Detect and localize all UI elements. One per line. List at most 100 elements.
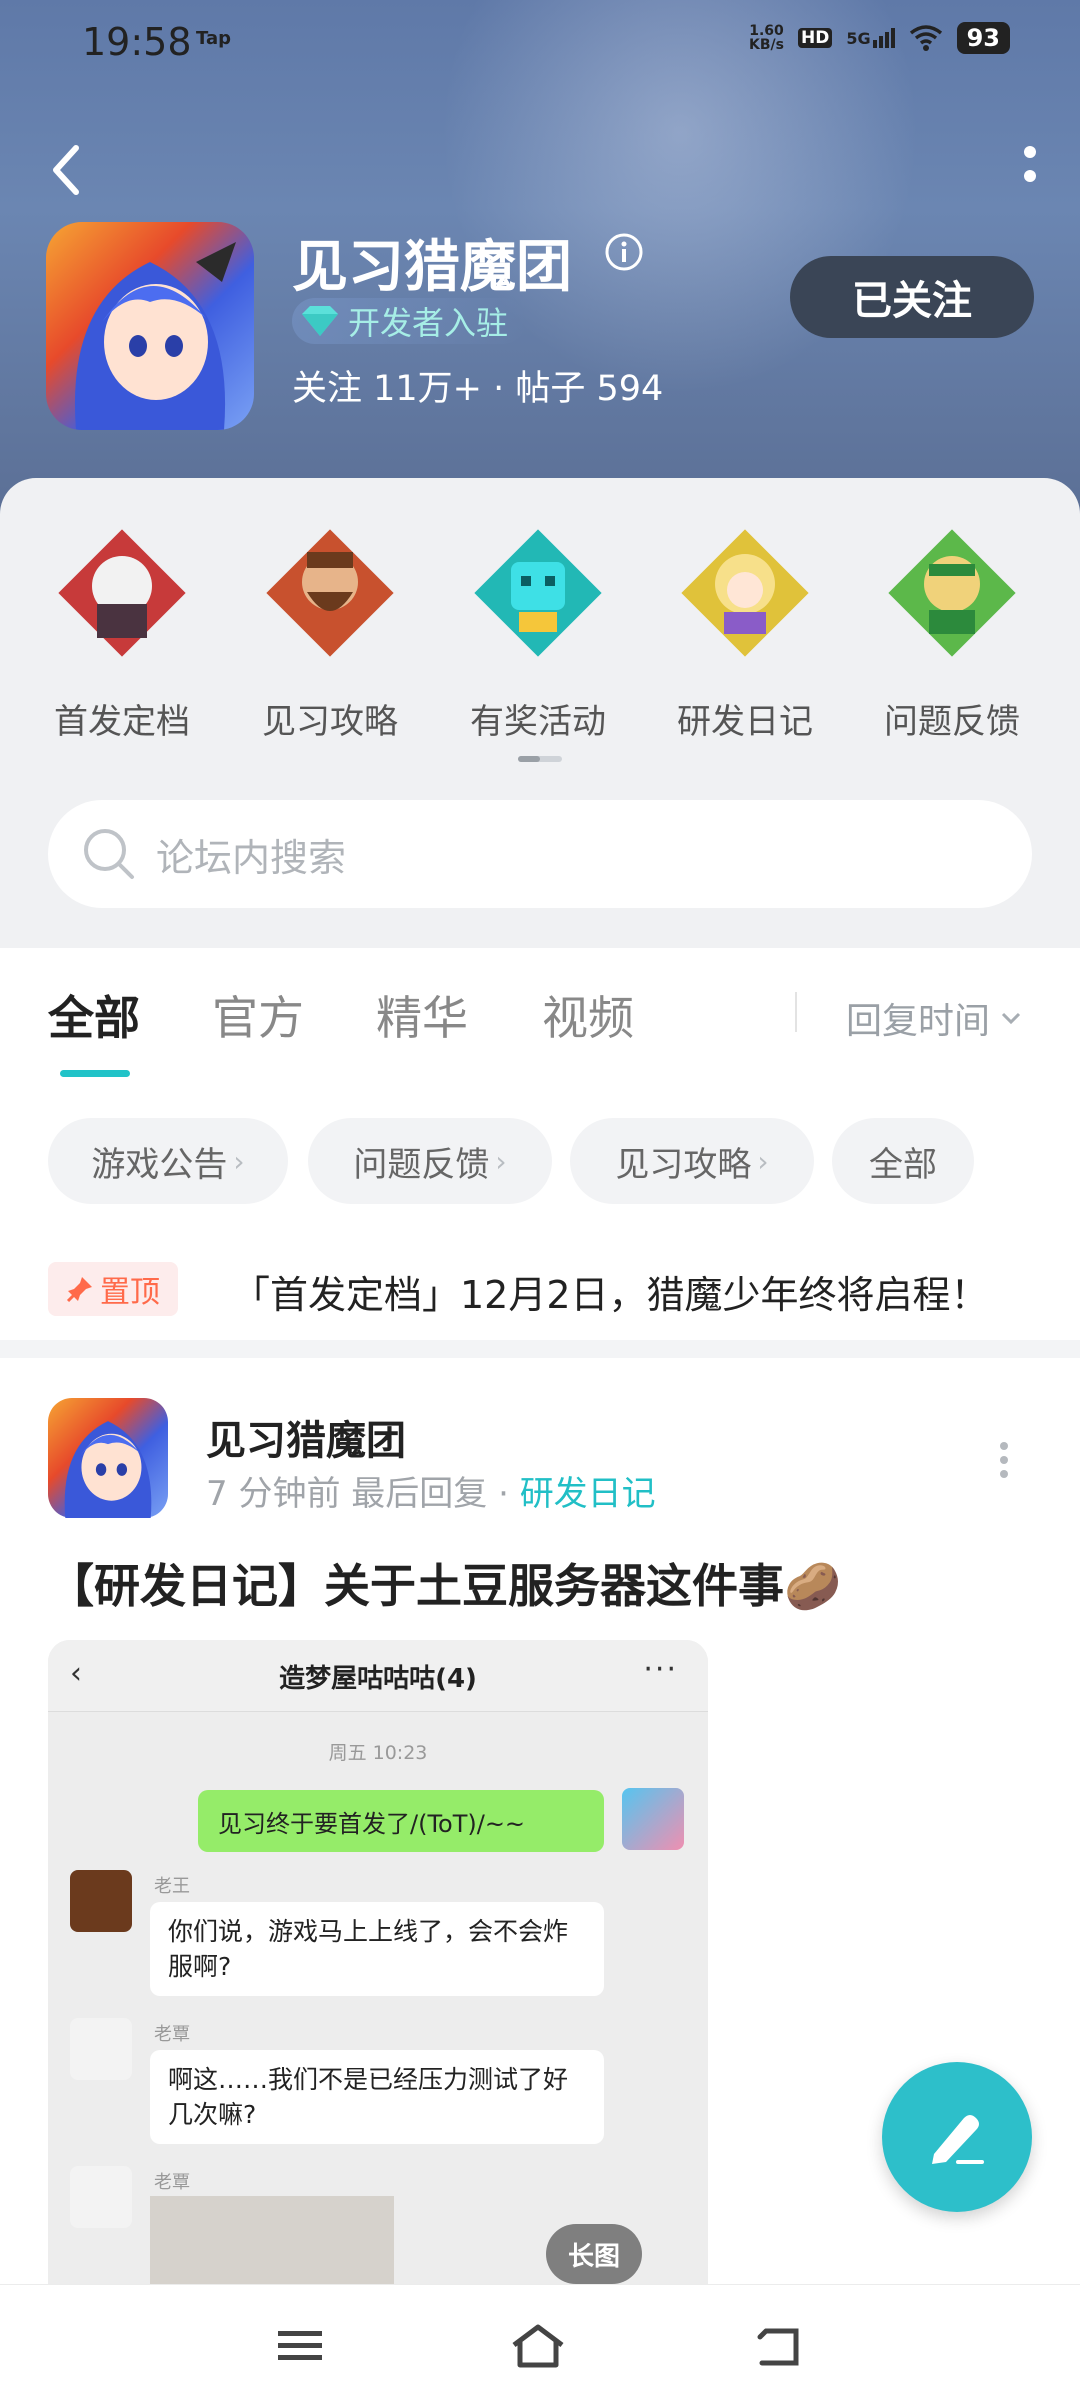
tab-official[interactable]: 官方 — [212, 982, 304, 1048]
shortcut-events[interactable]: 有奖活动 — [448, 526, 628, 743]
chat-more-icon: ··· — [643, 1652, 678, 1687]
shortcut-launch-date[interactable]: 首发定档 — [32, 526, 212, 743]
pinned-badge-label: 置顶 — [100, 1275, 160, 1310]
home-icon[interactable] — [508, 2321, 568, 2371]
chevron-right-icon: › — [495, 1144, 507, 1178]
chevron-right-icon: › — [757, 1144, 769, 1178]
sort-dropdown[interactable]: 回复时间 — [846, 992, 1022, 1044]
chip-all[interactable]: 全部 — [832, 1118, 974, 1204]
system-nav-bar — [0, 2284, 1080, 2408]
wifi-icon — [909, 25, 942, 51]
chat-sender-name: 老王 — [154, 1876, 190, 1897]
forum-header: 19:58 Tap 1.60 KB/s HD 5G 93 见习猎魔团 开发者入驻… — [0, 0, 1080, 520]
net-type: 5G — [846, 29, 871, 48]
net-speed: 1.60 KB/s — [749, 23, 784, 53]
forum-stats: 关注 11万+ · 帖子 594 — [292, 369, 664, 409]
status-bar: 19:58 Tap 1.60 KB/s HD 5G 93 — [0, 0, 1080, 88]
blue-haired-elf-avatar-icon — [74, 242, 236, 430]
laowang-avatar — [70, 1870, 132, 1932]
meta-dot: · — [498, 1474, 520, 1514]
cyan-creature-icon — [471, 526, 605, 660]
chip-label: 全部 — [869, 1144, 937, 1185]
shortcut-label: 首发定档 — [54, 702, 190, 742]
white-haired-girl-icon — [55, 526, 189, 660]
shortcut-feedback[interactable]: 问题反馈 — [862, 526, 1042, 743]
pen-icon — [932, 2115, 984, 2164]
shortcut-list: 首发定档 见习攻略 有奖活动 研发日记 问题反馈 — [0, 526, 1080, 742]
chat-message: 啊这……我们不是已经压力测试了好几次嘛? — [150, 2050, 604, 2144]
pinned-title: 「首发定档」12月2日，猎魔少年终将启程！ — [232, 1273, 989, 1317]
chip-guide[interactable]: 见习攻略 › — [570, 1118, 814, 1204]
follow-button[interactable]: 已关注 — [790, 256, 1034, 338]
chip-label: 问题反馈 — [353, 1144, 490, 1185]
shortcut-panel: 首发定档 见习攻略 有奖活动 研发日记 问题反馈 论坛内搜索 — [0, 478, 1080, 948]
diamond-icon — [302, 306, 338, 336]
tab-video[interactable]: 视频 — [542, 982, 634, 1048]
shortcut-label: 研发日记 — [677, 702, 813, 742]
laoqin-avatar — [70, 2018, 132, 2080]
shortcut-dev-diary[interactable]: 研发日记 — [655, 526, 835, 743]
write-post-button[interactable] — [882, 2062, 1032, 2212]
developer-badge: 开发者入驻 — [292, 298, 527, 344]
bearded-man-icon — [263, 526, 397, 660]
tab-divider — [795, 992, 797, 1032]
post-time: 7 分钟前 最后回复 — [206, 1474, 488, 1514]
post-tabs: 全部 官方 精华 视频 回复时间 — [0, 948, 1080, 1088]
post-author-avatar[interactable] — [48, 1398, 168, 1518]
chat-message: 你们说，游戏马上上线了，会不会炸服啊? — [150, 1902, 604, 1996]
post-category-tag[interactable]: 研发日记 — [520, 1474, 656, 1514]
search-placeholder: 论坛内搜索 — [156, 835, 347, 880]
status-time: 19:58 — [82, 20, 192, 64]
chat-title: 造梦屋咕咕咕(4) — [279, 1664, 477, 1694]
status-tap-icon: Tap — [196, 28, 231, 49]
category-chips: 游戏公告 › 问题反馈 › 见习攻略 › 全部 — [0, 1118, 1080, 1208]
chip-label: 见习攻略 — [615, 1144, 752, 1185]
chat-time: 周五 10:23 — [328, 1742, 428, 1764]
chat-sender-name: 老覃 — [154, 2024, 190, 2045]
self-avatar — [622, 1788, 684, 1850]
chevron-down-icon — [1001, 1012, 1021, 1025]
long-image-tag: 长图 — [546, 2224, 642, 2284]
pinned-badge: 置顶 — [48, 1262, 178, 1316]
back-icon[interactable] — [46, 140, 86, 200]
chip-label: 游戏公告 — [91, 1144, 228, 1185]
section-separator — [0, 1340, 1080, 1358]
tab-all[interactable]: 全部 — [48, 982, 140, 1048]
blonde-girl-icon — [678, 526, 812, 660]
more-menu-icon[interactable] — [1020, 142, 1040, 202]
shortcut-guide[interactable]: 见习攻略 — [240, 526, 420, 743]
chat-title-bar: ‹ 造梦屋咕咕咕(4) ··· — [48, 1640, 708, 1712]
post-meta: 7 分钟前 最后回复 · 研发日记 — [206, 1466, 656, 1515]
active-tab-indicator — [60, 1070, 130, 1077]
blue-haired-elf-avatar-icon — [64, 1421, 152, 1518]
chip-feedback[interactable]: 问题反馈 › — [308, 1118, 552, 1204]
tab-featured[interactable]: 精华 — [376, 982, 468, 1048]
post-author-name[interactable]: 见习猎魔团 — [206, 1408, 406, 1466]
post-title[interactable]: 【研发日记】关于土豆服务器这件事🥔 — [48, 1550, 841, 1616]
info-icon[interactable] — [604, 232, 644, 272]
forum-avatar — [46, 222, 254, 430]
pinned-post[interactable]: 置顶 「首发定档」12月2日，猎魔少年终将启程！ — [0, 1250, 1080, 1330]
battery-level: 93 — [956, 22, 1010, 54]
laoqin-avatar — [70, 2166, 132, 2228]
post-more-icon[interactable] — [996, 1440, 1012, 1480]
chat-message-self: 见习终于要首发了/(ToT)/~~ — [198, 1790, 604, 1852]
shortcut-page-indicator — [518, 756, 562, 762]
forum-page: 19:58 Tap 1.60 KB/s HD 5G 93 见习猎魔团 开发者入驻… — [0, 0, 1080, 2408]
forum-title: 见习猎魔团 — [292, 235, 572, 300]
shortcut-label: 有奖活动 — [470, 702, 606, 742]
forum-search-input[interactable]: 论坛内搜索 — [48, 800, 1032, 908]
status-right-group: 1.60 KB/s HD 5G 93 — [749, 22, 1010, 54]
signal-icon: 5G — [846, 28, 895, 48]
chat-sender-name: 老覃 — [154, 2172, 190, 2193]
pin-icon — [66, 1277, 92, 1303]
search-icon — [84, 829, 134, 879]
shortcut-label: 见习攻略 — [262, 702, 398, 742]
shortcut-label: 问题反馈 — [884, 702, 1020, 742]
back-nav-icon[interactable] — [752, 2321, 812, 2371]
chip-announcements[interactable]: 游戏公告 › — [48, 1118, 288, 1204]
developer-badge-label: 开发者入驻 — [348, 304, 509, 342]
sort-label: 回复时间 — [846, 1001, 991, 1042]
chevron-right-icon: › — [233, 1144, 245, 1178]
menu-icon[interactable] — [270, 2321, 330, 2371]
